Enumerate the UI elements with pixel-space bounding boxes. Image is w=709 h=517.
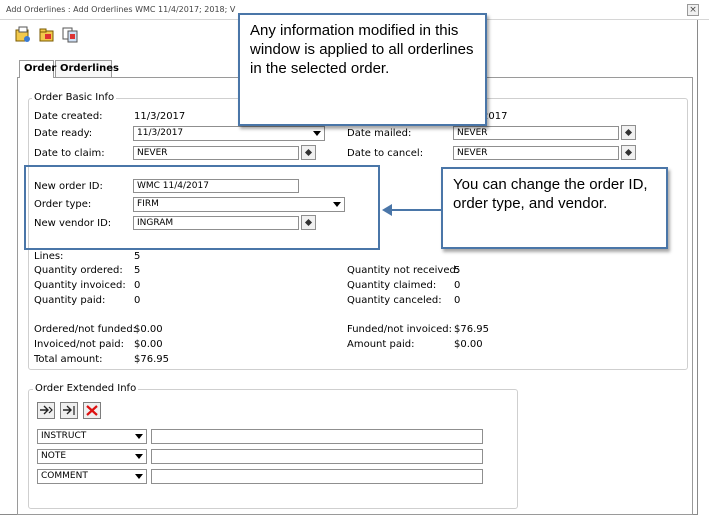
copy-tool-icon[interactable] — [62, 26, 80, 44]
qty-not-received-label: Quantity not received: — [347, 265, 460, 276]
date-ready-select[interactable]: 11/3/2017 — [133, 126, 325, 141]
folder-tool-icon[interactable] — [38, 26, 56, 44]
chevron-down-icon — [313, 131, 321, 136]
extended-value-field[interactable] — [151, 449, 483, 464]
callout-top-note: Any information modified in this window … — [238, 13, 487, 126]
lines-value: 5 — [134, 251, 141, 262]
qty-invoiced-value: 0 — [134, 280, 141, 291]
order-extended-info-title: Order Extended Info — [33, 383, 139, 394]
qty-invoiced-label: Quantity invoiced: — [34, 280, 126, 291]
new-order-id-field[interactable]: WMC 11/4/2017 — [133, 179, 299, 193]
qty-claimed-label: Quantity claimed: — [347, 280, 437, 291]
order-tool-icon[interactable] — [14, 26, 32, 44]
tab-order[interactable]: Order — [19, 60, 56, 78]
callout-right-note: You can change the order ID, order type,… — [441, 167, 668, 249]
extended-value-field[interactable] — [151, 469, 483, 484]
order-type-label: Order type: — [34, 199, 92, 210]
qty-ordered-value: 5 — [134, 265, 141, 276]
qty-ordered-label: Quantity ordered: — [34, 265, 123, 276]
callout-arrow-icon — [382, 204, 442, 216]
tab-orderlines[interactable]: Orderlines — [55, 60, 119, 77]
extended-type-value: COMMENT — [41, 471, 88, 481]
new-vendor-id-field[interactable]: INGRAM — [133, 216, 299, 230]
chevron-down-icon — [333, 202, 341, 207]
new-vendor-id-label: New vendor ID: — [34, 218, 112, 229]
qty-claimed-value: 0 — [454, 280, 461, 291]
date-to-claim-label: Date to claim: — [34, 148, 105, 159]
order-type-value: FIRM — [137, 199, 159, 209]
date-created-value: 11/3/2017 — [134, 111, 186, 122]
qty-paid-label: Quantity paid: — [34, 295, 106, 306]
new-order-id-label: New order ID: — [34, 181, 103, 192]
chevron-down-icon — [135, 434, 143, 439]
date-ready-value: 11/3/2017 — [137, 128, 184, 138]
date-mailed-label: Date mailed: — [347, 128, 412, 139]
date-to-cancel-lookup-icon[interactable] — [621, 145, 636, 160]
date-ready-label: Date ready: — [34, 128, 93, 139]
date-to-cancel-field[interactable]: NEVER — [453, 146, 619, 160]
extended-type-value: NOTE — [41, 451, 67, 461]
window-title: Add Orderlines : Add Orderlines WMC 11/4… — [6, 5, 236, 14]
close-icon[interactable]: × — [687, 4, 699, 16]
total-amount-label: Total amount: — [34, 354, 103, 365]
order-type-select[interactable]: FIRM — [133, 197, 345, 212]
date-to-cancel-label: Date to cancel: — [347, 148, 424, 159]
date-mailed-lookup-icon[interactable] — [621, 125, 636, 140]
ordered-not-funded-value: $0.00 — [134, 324, 163, 335]
qty-canceled-label: Quantity canceled: — [347, 295, 442, 306]
qty-canceled-value: 0 — [454, 295, 461, 306]
date-mailed-field[interactable]: NEVER — [453, 126, 619, 140]
lines-label: Lines: — [34, 251, 64, 262]
extended-type-select[interactable]: COMMENT — [37, 469, 147, 484]
date-to-claim-lookup-icon[interactable] — [301, 145, 316, 160]
amount-paid-value: $0.00 — [454, 339, 483, 350]
new-vendor-id-lookup-icon[interactable] — [301, 215, 316, 230]
date-to-claim-field[interactable]: NEVER — [133, 146, 299, 160]
extended-type-value: INSTRUCT — [41, 431, 87, 441]
chevron-down-icon — [135, 454, 143, 459]
order-basic-info-title: Order Basic Info — [32, 92, 117, 103]
chevron-down-icon — [135, 474, 143, 479]
funded-not-invoiced-label: Funded/not invoiced: — [347, 324, 452, 335]
qty-not-received-value: 5 — [454, 265, 461, 276]
extended-value-field[interactable] — [151, 429, 483, 444]
insert-entry-icon[interactable] — [60, 402, 78, 419]
funded-not-invoiced-value: $76.95 — [454, 324, 489, 335]
qty-paid-value: 0 — [134, 295, 141, 306]
invoiced-not-paid-value: $0.00 — [134, 339, 163, 350]
extended-type-select[interactable]: NOTE — [37, 449, 147, 464]
total-amount-value: $76.95 — [134, 354, 169, 365]
amount-paid-label: Amount paid: — [347, 339, 415, 350]
add-entry-icon[interactable] — [37, 402, 55, 419]
extended-type-select[interactable]: INSTRUCT — [37, 429, 147, 444]
ordered-not-funded-label: Ordered/not funded: — [34, 324, 137, 335]
delete-entry-icon[interactable] — [83, 402, 101, 419]
invoiced-not-paid-label: Invoiced/not paid: — [34, 339, 124, 350]
date-created-label: Date created: — [34, 111, 103, 122]
